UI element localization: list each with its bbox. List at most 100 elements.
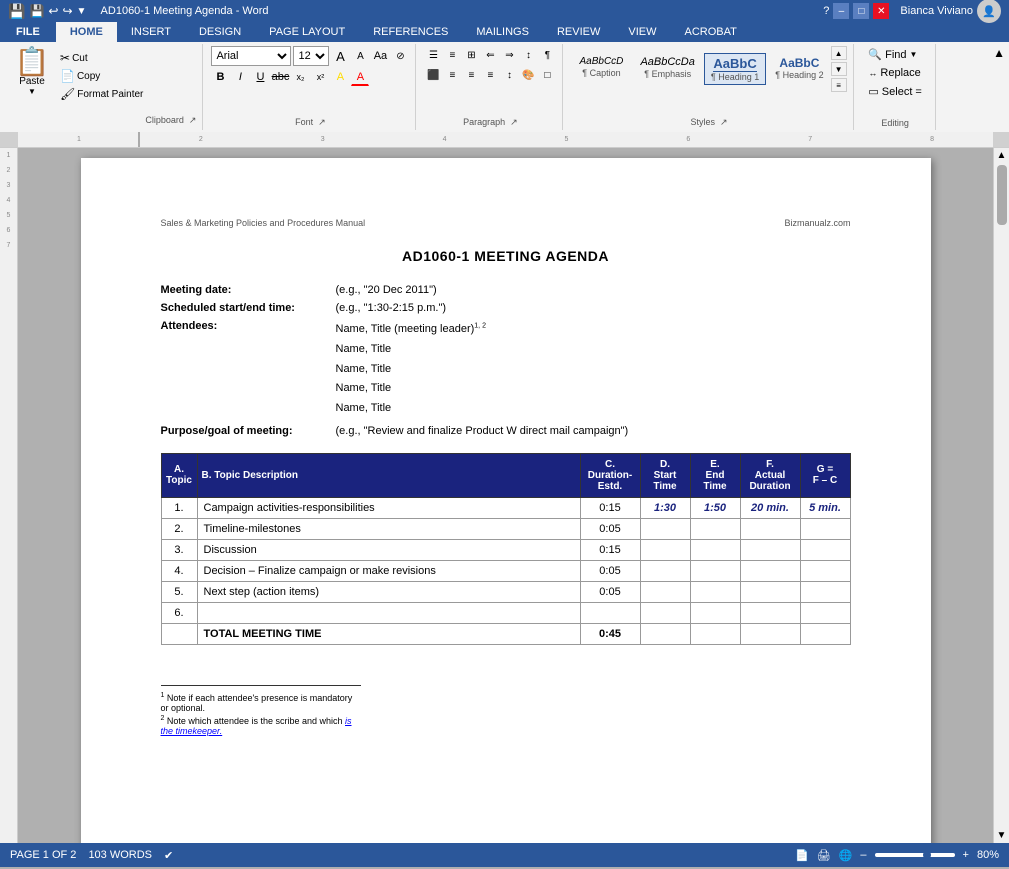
- zoom-in-btn[interactable]: +: [963, 849, 969, 861]
- numbering-button[interactable]: ≡: [443, 46, 461, 64]
- timekeeper-link[interactable]: is the timekeeper.: [161, 716, 352, 736]
- grow-font-button[interactable]: A: [331, 47, 349, 65]
- shrink-font-button[interactable]: A: [351, 47, 369, 65]
- bullets-button[interactable]: ☰: [424, 46, 442, 64]
- style-heading1[interactable]: AaBbC ¶ Heading 1: [704, 53, 766, 86]
- borders-button[interactable]: □: [538, 66, 556, 84]
- status-bar: PAGE 1 OF 2 103 WORDS ✔ 📄 🖨 🌐 – + 80%: [0, 843, 1009, 867]
- page-area[interactable]: Sales & Marketing Policies and Procedure…: [18, 148, 993, 843]
- find-button[interactable]: 🔍 Find ▼: [864, 46, 925, 63]
- attendees-label: Attendees:: [161, 320, 336, 332]
- clear-format-button[interactable]: ⊘: [391, 47, 409, 65]
- show-hide-button[interactable]: ¶: [538, 46, 556, 64]
- meeting-date-value: (e.g., "20 Dec 2011"): [336, 284, 437, 296]
- font-name-select[interactable]: Arial: [211, 46, 291, 66]
- scrollbar-right[interactable]: ▲ ▼: [993, 148, 1009, 843]
- styles-scroll-down[interactable]: ▼: [831, 62, 847, 76]
- change-case-button[interactable]: Aa: [371, 47, 389, 65]
- print-layout-icon[interactable]: 🖨: [817, 849, 831, 862]
- tab-review[interactable]: REVIEW: [543, 22, 614, 42]
- zoom-slider[interactable]: [875, 853, 955, 857]
- superscript-button[interactable]: x²: [311, 68, 329, 86]
- format-painter-button[interactable]: 🖌 Format Painter: [58, 86, 145, 102]
- web-layout-icon[interactable]: 🌐: [839, 849, 853, 862]
- purpose-row: Purpose/goal of meeting: (e.g., "Review …: [161, 425, 851, 437]
- row3-duration: 0:15: [580, 539, 640, 560]
- strikethrough-button[interactable]: abc: [271, 68, 289, 86]
- find-arrow[interactable]: ▼: [910, 50, 918, 59]
- status-right: 📄 🖨 🌐 – + 80%: [795, 849, 999, 862]
- increase-indent-button[interactable]: ⇒: [500, 46, 518, 64]
- tab-design[interactable]: DESIGN: [185, 22, 255, 42]
- select-button[interactable]: ▭ Select =: [864, 83, 925, 100]
- row5-g: [800, 581, 850, 602]
- maximize-btn[interactable]: □: [853, 3, 869, 19]
- align-center-button[interactable]: ≡: [443, 66, 461, 84]
- tab-view[interactable]: VIEW: [614, 22, 670, 42]
- tab-insert[interactable]: INSERT: [117, 22, 185, 42]
- cut-icon: ✂: [60, 51, 70, 65]
- row1-g: 5 min.: [800, 497, 850, 518]
- format-painter-label: Format Painter: [77, 89, 143, 100]
- scroll-up-btn[interactable]: ▲: [997, 150, 1007, 161]
- editing-controls: 🔍 Find ▼ ↔ Replace ▭ Select =: [864, 46, 925, 100]
- subscript-button[interactable]: x₂: [291, 68, 309, 86]
- style-heading2[interactable]: AaBbC ¶ Heading 2: [768, 53, 830, 86]
- table-row: 6.: [161, 602, 850, 623]
- italic-button[interactable]: I: [231, 68, 249, 86]
- redo-icon[interactable]: ↪: [62, 4, 72, 18]
- paste-button[interactable]: 📋 Paste ▼: [10, 46, 54, 98]
- read-mode-icon[interactable]: 📄: [795, 849, 809, 862]
- text-highlight-button[interactable]: A: [331, 68, 349, 86]
- replace-button[interactable]: ↔ Replace: [864, 65, 925, 81]
- row3-end: [690, 539, 740, 560]
- th-duration: C.Duration-Estd.: [580, 453, 640, 497]
- tab-references[interactable]: REFERENCES: [359, 22, 462, 42]
- title-bar: 💾 💾 ↩ ↪ ▼ AD1060-1 Meeting Agenda - Word…: [0, 0, 1009, 22]
- user-area: ? – □ ✕ Bianca Viviano 👤: [823, 0, 1001, 23]
- align-right-button[interactable]: ≡: [462, 66, 480, 84]
- footnote-2: 2 Note which attendee is the scribe and …: [161, 715, 361, 736]
- table-row: 3. Discussion 0:15: [161, 539, 850, 560]
- expand-ribbon-button[interactable]: ▲: [993, 46, 1005, 60]
- scroll-down-btn[interactable]: ▼: [997, 830, 1007, 841]
- scheduled-time-value: (e.g., "1:30-2:15 p.m."): [336, 302, 447, 314]
- tab-home[interactable]: HOME: [56, 22, 117, 42]
- meeting-date-row: Meeting date: (e.g., "20 Dec 2011"): [161, 284, 851, 296]
- line-spacing-button[interactable]: ↕: [500, 66, 518, 84]
- row6-end: [690, 602, 740, 623]
- heading1-label: ¶ Heading 1: [711, 72, 759, 82]
- paste-arrow[interactable]: ▼: [28, 87, 36, 96]
- tab-mailings[interactable]: MAILINGS: [462, 22, 543, 42]
- styles-scroll-up[interactable]: ▲: [831, 46, 847, 60]
- undo-icon[interactable]: ↩: [48, 4, 58, 18]
- cut-button[interactable]: ✂ Cut: [58, 50, 145, 66]
- close-btn[interactable]: ✕: [873, 3, 889, 19]
- multilevel-button[interactable]: ⊞: [462, 46, 480, 64]
- row4-actual: [740, 560, 800, 581]
- row4-start: [640, 560, 690, 581]
- sort-button[interactable]: ↕: [519, 46, 537, 64]
- customize-icon[interactable]: ▼: [77, 6, 87, 17]
- shading-button[interactable]: 🎨: [519, 66, 537, 84]
- tab-file[interactable]: FILE: [0, 22, 56, 42]
- copy-button[interactable]: 📄 Copy: [58, 68, 145, 84]
- styles-expand[interactable]: ≡: [831, 78, 847, 92]
- scroll-thumb[interactable]: [997, 165, 1007, 225]
- justify-button[interactable]: ≡: [481, 66, 499, 84]
- font-size-select[interactable]: 12: [293, 46, 329, 66]
- zoom-out-btn[interactable]: –: [860, 849, 866, 861]
- tab-acrobat[interactable]: ACROBAT: [670, 22, 750, 42]
- style-emphasis[interactable]: AaBbCcDa ¶ Emphasis: [633, 53, 701, 86]
- tab-page-layout[interactable]: PAGE LAYOUT: [255, 22, 359, 42]
- bold-button[interactable]: B: [211, 68, 229, 86]
- minimize-btn[interactable]: –: [833, 3, 849, 19]
- proofing-icon[interactable]: ✔: [164, 849, 173, 862]
- style-caption[interactable]: AaBbCcD ¶ Caption: [571, 53, 631, 86]
- help-icon[interactable]: ?: [823, 5, 829, 17]
- decrease-indent-button[interactable]: ⇐: [481, 46, 499, 64]
- align-left-button[interactable]: ⬛: [424, 66, 442, 84]
- font-color-button[interactable]: A: [351, 68, 369, 86]
- underline-button[interactable]: U: [251, 68, 269, 86]
- save-icon[interactable]: 💾: [29, 4, 44, 18]
